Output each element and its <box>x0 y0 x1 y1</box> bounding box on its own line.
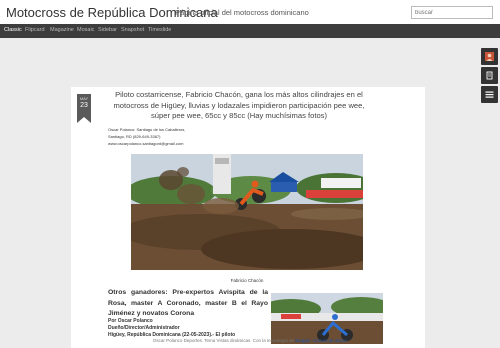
footer-text: Oscar Polanco Deportes. Tema Vistas diná… <box>152 338 295 343</box>
share-widget-button[interactable] <box>481 67 498 84</box>
photo-caption: Fabricio Chacón <box>230 278 264 283</box>
menu-widget-button[interactable] <box>481 86 498 103</box>
post-title[interactable]: Piloto costarricense, Fabricio Chacón, g… <box>108 90 370 122</box>
post-meta-line: Oscar Polanco: Santiago de los Caballero… <box>108 127 186 132</box>
profile-widget-button[interactable] <box>481 48 498 65</box>
post-meta-line: www.oscarpolanco.santiagord@gmail.com <box>108 141 184 146</box>
nav-item-sidebar[interactable]: Sidebar <box>98 27 117 33</box>
post-byline: Por Oscar Polanco <box>108 318 153 324</box>
blog-header: Motocross de República Dominicana Página… <box>0 0 500 24</box>
nav-item-magazine[interactable]: Magazine <box>50 27 74 33</box>
view-nav: Classic Flipcard Magazine Mosaic Sidebar… <box>0 24 500 38</box>
blogger-link[interactable]: Blogger <box>295 338 310 343</box>
post-photo-main[interactable] <box>131 154 363 270</box>
motocross-photo <box>131 154 363 270</box>
blog-description: Página oficial del motocross dominicano <box>175 8 309 17</box>
post-byline-role: Dueño/Director/Administrador <box>108 325 180 331</box>
footer-suffix: . <box>310 338 312 343</box>
post-meta-line: Santiago, RD (829-649-3367) <box>108 134 161 139</box>
post-subheading: Otros ganadores: Pre-expertos Avispita d… <box>108 289 268 317</box>
post-photo-secondary[interactable] <box>271 293 383 344</box>
share-icon <box>486 71 493 80</box>
post-date-month: MAY <box>79 96 89 101</box>
nav-item-flipcard[interactable]: Flipcard <box>25 27 45 33</box>
badge-ribbon-tail <box>77 117 91 123</box>
nav-item-classic[interactable]: Classic <box>4 27 22 33</box>
avatar-icon <box>485 52 494 61</box>
motocross-photo-2 <box>271 293 383 344</box>
search-input[interactable] <box>411 6 493 19</box>
menu-icon <box>485 91 494 98</box>
post-date-badge: MAY 23 <box>77 94 91 123</box>
report-abuse-link[interactable]: Denunciar abuso <box>313 338 347 343</box>
footer: Oscar Polanco Deportes. Tema Vistas diná… <box>0 338 500 343</box>
nav-item-timeslide[interactable]: Timeslide <box>148 27 171 33</box>
nav-item-mosaic[interactable]: Mosaic <box>77 27 94 33</box>
nav-item-snapshot[interactable]: Snapshot <box>121 27 144 33</box>
post-date-day: 23 <box>80 102 88 109</box>
